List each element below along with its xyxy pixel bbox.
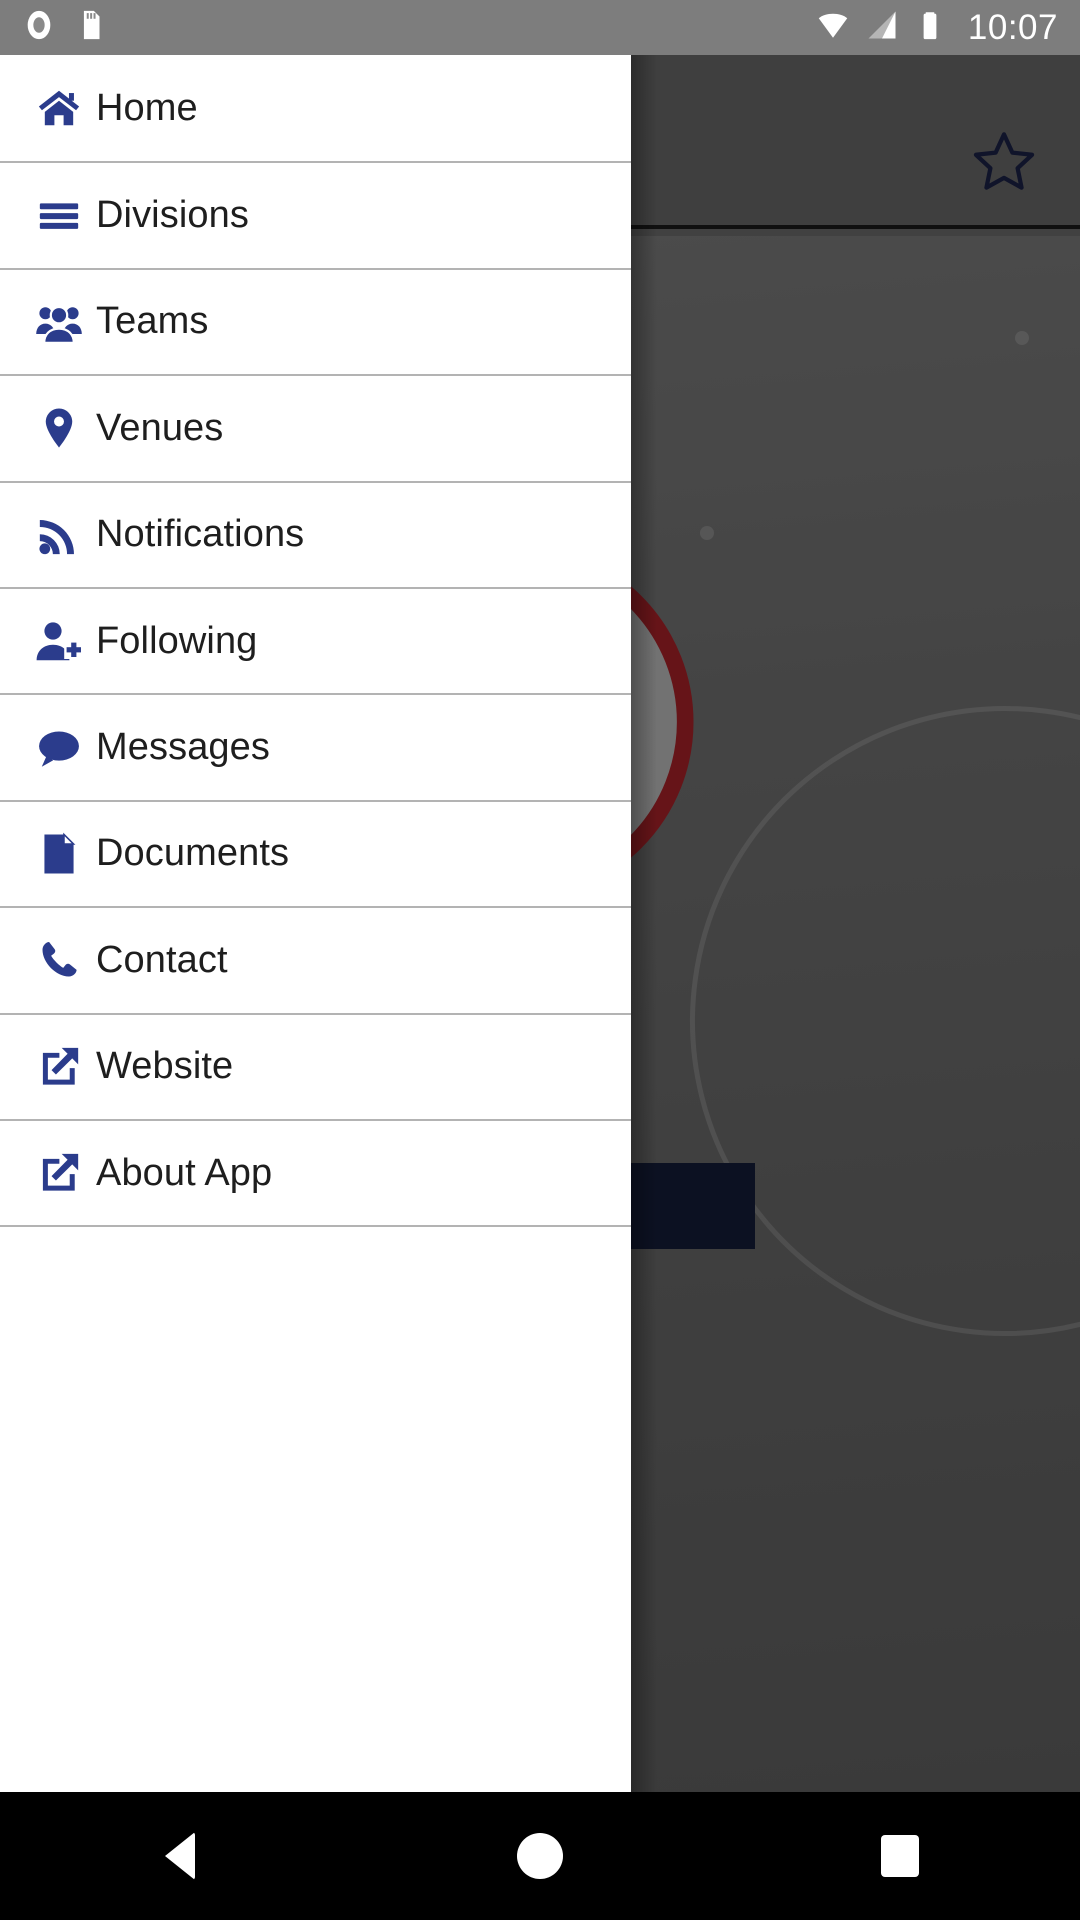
drawer-item-label: Messages — [96, 726, 270, 769]
court-spot — [700, 526, 714, 540]
drawer-item-label: About App — [96, 1151, 273, 1194]
recents-square-icon — [881, 1835, 919, 1877]
drawer-item-label: Following — [96, 619, 258, 662]
drawer-item-label: Website — [96, 1045, 234, 1088]
drawer-item-about-app[interactable]: About App — [0, 1118, 631, 1226]
home-icon — [22, 85, 96, 131]
users-group-icon — [22, 298, 96, 346]
drawer-item-label: Contact — [96, 938, 228, 981]
status-bar: 10:07 — [0, 0, 1080, 55]
rss-feed-icon — [22, 512, 96, 558]
status-bar-right-icons: 10:07 — [815, 7, 1080, 48]
wifi-icon — [815, 7, 851, 48]
chat-bubble-icon — [22, 725, 96, 771]
back-triangle-icon — [165, 1832, 195, 1880]
user-plus-icon — [22, 617, 96, 665]
cell-signal-icon — [864, 7, 900, 48]
drawer-item-label: Home — [96, 86, 198, 129]
drawer-item-label: Teams — [96, 300, 209, 343]
drawer-item-messages[interactable]: Messages — [0, 693, 631, 800]
nav-recents-button[interactable] — [720, 1792, 1080, 1920]
file-document-icon — [22, 831, 96, 877]
sd-card-icon — [74, 8, 108, 47]
nav-home-button[interactable] — [360, 1792, 720, 1920]
star-outline-icon[interactable] — [970, 127, 1038, 195]
drawer-item-label: Documents — [96, 832, 290, 875]
drawer-item-divisions[interactable]: Divisions — [0, 161, 631, 268]
drawer-item-following[interactable]: Following — [0, 586, 631, 694]
status-bar-left-icons — [0, 8, 108, 47]
drawer-item-label: Venues — [96, 406, 224, 449]
navigation-drawer: Home Divisions Teams Venues Notification… — [0, 55, 631, 1792]
drawer-item-home[interactable]: Home — [0, 55, 631, 162]
phone-screen: ® — [0, 0, 1080, 1920]
drawer-item-website[interactable]: Website — [0, 1012, 631, 1119]
drawer-item-contact[interactable]: Contact — [0, 906, 631, 1013]
external-link-icon — [22, 1150, 96, 1196]
record-indicator-icon — [22, 8, 56, 47]
system-navigation-bar — [0, 1792, 1080, 1920]
battery-icon — [913, 8, 947, 47]
home-circle-icon — [517, 1833, 563, 1879]
drawer-list-bottom-divider — [0, 1225, 631, 1228]
drawer-item-label: Notifications — [96, 513, 305, 556]
map-marker-icon — [22, 405, 96, 451]
drawer-item-venues[interactable]: Venues — [0, 374, 631, 481]
drawer-item-label: Divisions — [96, 194, 249, 237]
nav-back-button[interactable] — [0, 1792, 360, 1920]
court-spot — [1015, 331, 1029, 345]
drawer-item-documents[interactable]: Documents — [0, 799, 631, 907]
external-link-icon — [22, 1044, 96, 1090]
hamburger-lines-icon — [22, 193, 96, 239]
status-bar-clock: 10:07 — [967, 7, 1058, 47]
phone-icon — [22, 938, 96, 982]
drawer-item-teams[interactable]: Teams — [0, 267, 631, 375]
drawer-item-notifications[interactable]: Notifications — [0, 480, 631, 587]
